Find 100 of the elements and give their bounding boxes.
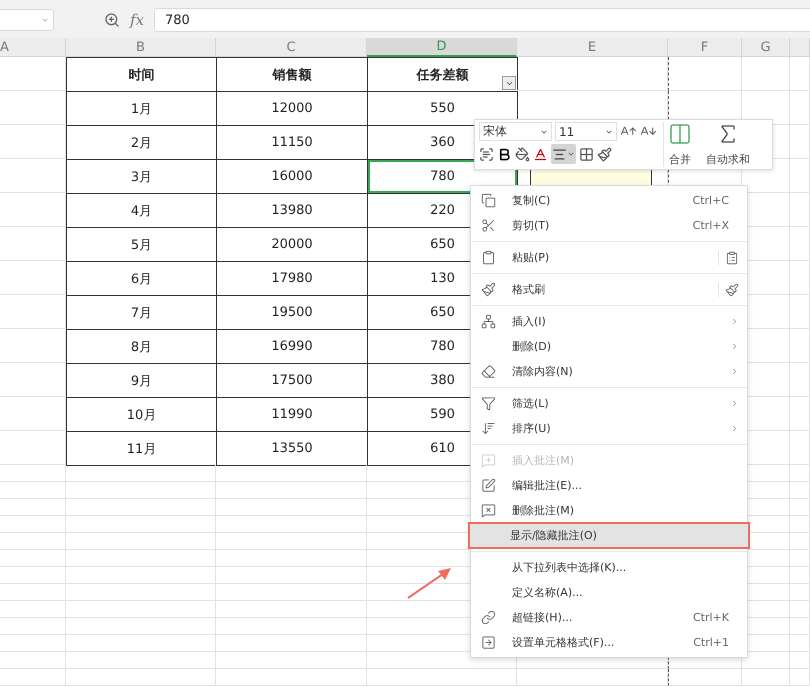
grid-cell[interactable] xyxy=(0,652,66,669)
menu-item[interactable]: 显示/隐藏批注(O) xyxy=(469,523,749,548)
grid-cell[interactable] xyxy=(0,465,66,482)
grid-cell[interactable] xyxy=(0,125,66,159)
autosum-button[interactable]: 自动求和 xyxy=(706,152,750,167)
grid-cell[interactable] xyxy=(668,57,742,91)
grid-cell[interactable] xyxy=(216,499,367,516)
border-icon[interactable] xyxy=(579,146,594,162)
function-button[interactable]: fx xyxy=(130,11,144,29)
grid-cell[interactable] xyxy=(790,227,810,261)
grid-cell[interactable] xyxy=(790,533,810,550)
grid-cell[interactable] xyxy=(216,618,367,635)
grid-cell[interactable] xyxy=(517,57,668,91)
grid-cell[interactable] xyxy=(0,533,66,550)
menu-item[interactable]: 设置单元格格式(F)... Ctrl+1 xyxy=(471,630,747,655)
grid-cell[interactable] xyxy=(0,499,66,516)
font-color-icon[interactable] xyxy=(533,146,548,162)
column-header[interactable]: G xyxy=(742,38,790,57)
grid-cell[interactable] xyxy=(66,465,216,482)
column-header[interactable]: B xyxy=(66,38,216,57)
column-header[interactable]: A xyxy=(0,38,66,57)
grid-cell[interactable] xyxy=(790,669,810,686)
grid-cell[interactable] xyxy=(367,669,517,686)
grid-cell[interactable] xyxy=(668,669,742,686)
grid-cell[interactable] xyxy=(0,431,66,465)
grid-cell[interactable] xyxy=(0,584,66,601)
grid-cell[interactable] xyxy=(0,227,66,261)
grid-cell[interactable] xyxy=(216,533,367,550)
grid-cell[interactable] xyxy=(66,635,216,652)
grid-cell[interactable] xyxy=(0,329,66,363)
grid-cell[interactable] xyxy=(0,397,66,431)
grid-cell[interactable] xyxy=(216,652,367,669)
formula-field[interactable]: 780 xyxy=(154,8,810,32)
menu-item[interactable]: 超链接(H)... Ctrl+K xyxy=(471,605,747,630)
grid-cell[interactable] xyxy=(0,91,66,125)
wrap-icon[interactable] xyxy=(479,146,494,162)
grid-cell[interactable] xyxy=(0,159,66,193)
font-size-dropdown[interactable]: 11 xyxy=(555,122,617,141)
menu-item[interactable]: 删除批注(M) xyxy=(471,498,747,523)
grid-cell[interactable] xyxy=(66,601,216,618)
menu-item[interactable]: 从下拉列表中选择(K)... xyxy=(471,555,747,580)
filter-dropdown[interactable] xyxy=(502,76,516,90)
grid-cell[interactable] xyxy=(790,584,810,601)
grid-cell[interactable] xyxy=(66,652,216,669)
grid-cell[interactable] xyxy=(790,601,810,618)
bold-icon[interactable] xyxy=(497,146,512,162)
grid-cell[interactable] xyxy=(790,57,810,91)
grid-cell[interactable] xyxy=(216,669,367,686)
grid-cell[interactable] xyxy=(66,567,216,584)
grid-cell[interactable] xyxy=(66,499,216,516)
grid-cell[interactable] xyxy=(66,584,216,601)
grid-cell[interactable] xyxy=(790,159,810,193)
grid-cell[interactable] xyxy=(790,652,810,669)
merge-button[interactable]: 合并 xyxy=(669,152,691,167)
grid-cell[interactable] xyxy=(790,125,810,159)
grid-cell[interactable] xyxy=(66,550,216,567)
grid-cell[interactable] xyxy=(66,669,216,686)
grid-cell[interactable] xyxy=(216,601,367,618)
grid-cell[interactable] xyxy=(790,329,810,363)
grid-cell[interactable] xyxy=(0,669,66,686)
grid-cell[interactable] xyxy=(790,397,810,431)
grid-cell[interactable] xyxy=(0,601,66,618)
grid-cell[interactable] xyxy=(0,567,66,584)
grid-cell[interactable] xyxy=(742,57,790,91)
column-header[interactable]: C xyxy=(216,38,367,57)
grid-cell[interactable] xyxy=(0,261,66,295)
grid-cell[interactable] xyxy=(0,363,66,397)
column-header[interactable]: F xyxy=(668,38,742,57)
grid-cell[interactable] xyxy=(0,193,66,227)
grid-cell[interactable] xyxy=(0,482,66,499)
grid-cell[interactable] xyxy=(0,550,66,567)
grid-cell[interactable] xyxy=(66,533,216,550)
merge-icon[interactable] xyxy=(668,122,692,146)
fill-color-icon[interactable] xyxy=(515,146,530,162)
side-option-icon[interactable] xyxy=(725,282,739,296)
grid-cell[interactable] xyxy=(0,618,66,635)
grid-cell[interactable] xyxy=(790,482,810,499)
side-option-icon[interactable] xyxy=(725,250,739,264)
grid-cell[interactable] xyxy=(790,193,810,227)
column-header[interactable]: E xyxy=(517,38,668,57)
grid-cell[interactable] xyxy=(790,635,810,652)
grid-cell[interactable] xyxy=(790,295,810,329)
grid-cell[interactable] xyxy=(0,516,66,533)
grid-cell[interactable] xyxy=(216,584,367,601)
grid-cell[interactable] xyxy=(742,669,790,686)
grid-cell[interactable] xyxy=(790,499,810,516)
grid-cell[interactable] xyxy=(216,567,367,584)
grid-cell[interactable] xyxy=(0,635,66,652)
grid-cell[interactable] xyxy=(66,516,216,533)
menu-item[interactable]: 定义名称(A)... xyxy=(471,580,747,605)
grid-cell[interactable] xyxy=(0,295,66,329)
grid-cell[interactable] xyxy=(790,363,810,397)
grid-cell[interactable] xyxy=(790,567,810,584)
grid-cell[interactable] xyxy=(790,618,810,635)
grid-cell[interactable] xyxy=(216,516,367,533)
grid-cell[interactable] xyxy=(216,482,367,499)
grid-cell[interactable] xyxy=(790,431,810,465)
grid-cell[interactable] xyxy=(790,550,810,567)
grid-cell[interactable] xyxy=(0,57,66,91)
grid-cell[interactable] xyxy=(790,465,810,482)
